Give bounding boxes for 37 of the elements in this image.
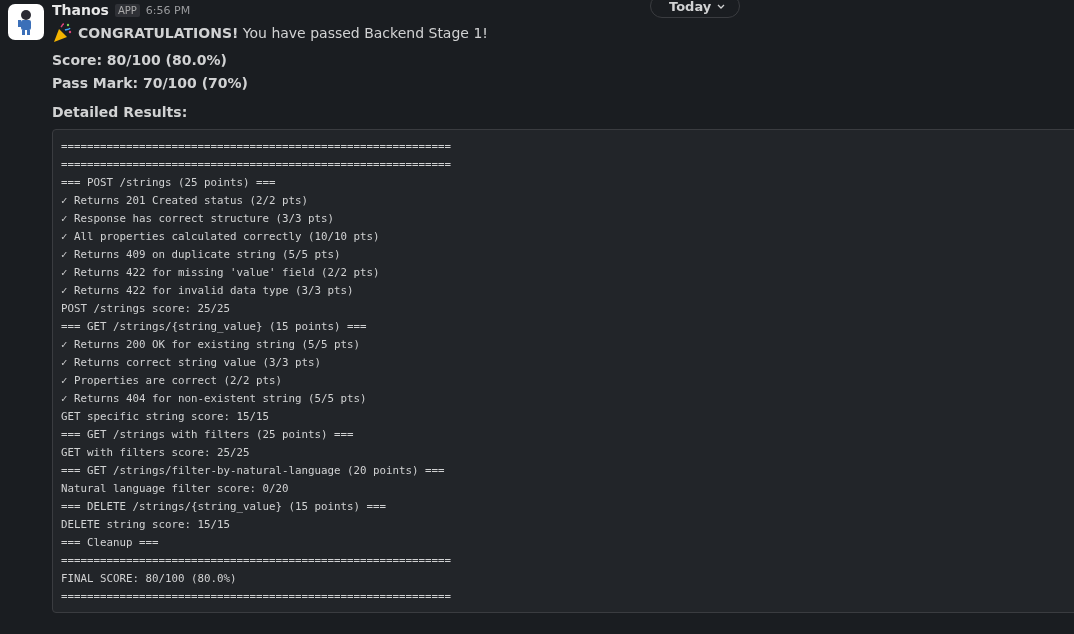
code-line: POST /strings score: 25/25 <box>61 301 230 317</box>
pass-mark-text: Pass Mark: 70/100 (70%) <box>52 74 249 93</box>
code-line: ✓ Properties are correct (2/2 pts) <box>61 373 282 389</box>
code-line: ============================================================ <box>61 553 452 569</box>
code-line: ✓ Returns 409 on duplicate string (5/5 pts) <box>61 247 341 263</box>
code-line: ✓ Returns 201 Created status (2/2 pts) <box>61 193 308 209</box>
code-line: ✓ Response has correct structure (3/3 pts) <box>61 211 334 227</box>
message-time[interactable]: 6:56 PM <box>145 3 191 17</box>
code-line: ✓ Returns 404 for non-existent string (5/5 pts) <box>61 391 367 407</box>
code-line: ✓ Returns 200 OK for existing string (5/5 pts) <box>61 337 360 353</box>
code-line: ============================================================ <box>61 157 452 173</box>
code-line: ✓ Returns 422 for missing 'value' field (2/2 pts) <box>61 265 380 281</box>
code-line: FINAL SCORE: 80/100 (80.0%) <box>61 571 237 587</box>
message-text: CONGRATULATIONS! You have passed Backend Stage 1! <box>78 25 488 41</box>
code-line: ============================================================ <box>61 139 452 155</box>
code-line: === Cleanup === <box>61 535 159 551</box>
code-line: ✓ Returns correct string value (3/3 pts) <box>61 355 321 371</box>
code-line: ✓ All properties calculated correctly (10/10 pts) <box>61 229 380 245</box>
code-line: === GET /strings/{string_value} (15 points) === <box>61 319 367 335</box>
code-line: Natural language filter score: 0/20 <box>61 481 289 497</box>
code-line: === GET /strings/filter-by-natural-language (20 points) === <box>61 463 445 479</box>
code-line: === POST /strings (25 points) === <box>61 175 276 191</box>
code-line: ============================================================ <box>61 589 452 605</box>
code-line: === GET /strings with filters (25 points) === <box>61 427 354 443</box>
bot-avatar[interactable] <box>8 4 44 40</box>
date-divider[interactable]: Today <box>650 0 741 18</box>
code-line: ✓ Returns 422 for invalid data type (3/3 pts) <box>61 283 354 299</box>
app-badge: APP <box>114 3 140 17</box>
code-line: === DELETE /strings/{string_value} (15 points) === <box>61 499 386 515</box>
code-line: GET specific string score: 15/15 <box>61 409 269 425</box>
party-popper-icon <box>52 23 72 43</box>
author-name[interactable]: Thanos <box>52 2 109 18</box>
chevron-down-icon <box>717 4 726 10</box>
score-text: Score: 80/100 (80.0%) <box>52 51 228 70</box>
code-line: GET with filters score: 25/25 <box>61 445 250 461</box>
details-label: Detailed Results: <box>52 103 189 122</box>
code-line: DELETE string score: 15/15 <box>61 517 230 533</box>
